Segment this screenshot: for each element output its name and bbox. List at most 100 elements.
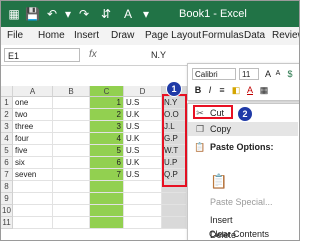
row-header-7[interactable]: 7 <box>1 169 13 181</box>
tab-page-layout[interactable]: Page Layout <box>145 29 201 43</box>
tab-file[interactable]: File <box>7 29 23 43</box>
cell-d10[interactable] <box>124 205 162 217</box>
italic-icon[interactable]: I <box>204 84 216 96</box>
row-header-4[interactable]: 4 <box>1 133 13 145</box>
column-header-c[interactable]: C <box>90 86 124 97</box>
cell-c8[interactable] <box>90 181 124 193</box>
cell-a11[interactable] <box>13 217 53 229</box>
customize-toolbar-icon[interactable]: ▾ <box>141 6 151 22</box>
cell-d1[interactable]: U.S <box>124 97 162 109</box>
cell-d5[interactable]: U.S <box>124 145 162 157</box>
cell-c5[interactable]: 5 <box>90 145 124 157</box>
menu-item-copy[interactable]: ❐ Copy <box>188 122 298 136</box>
fill-color-icon[interactable]: ◧ <box>230 84 242 96</box>
cell-c7[interactable]: 7 <box>90 169 124 181</box>
cell-b1[interactable] <box>53 97 90 109</box>
font-size-box[interactable]: 11 <box>239 68 259 80</box>
cell-b3[interactable] <box>53 121 90 133</box>
step-badge-2: 2 <box>237 106 253 122</box>
tab-formulas[interactable]: Formulas <box>202 29 244 43</box>
column-header-d[interactable]: D <box>124 86 162 97</box>
menu-item-insert[interactable]: Insert <box>188 213 298 227</box>
tab-home[interactable]: Home <box>38 29 65 43</box>
tab-review[interactable]: Review <box>272 29 299 43</box>
cell-c1[interactable]: 1 <box>90 97 124 109</box>
paste-icon[interactable]: 📋 <box>210 172 227 190</box>
cell-b9[interactable] <box>53 193 90 205</box>
cell-e9[interactable] <box>162 193 187 205</box>
row-header-5[interactable]: 5 <box>1 145 13 157</box>
font-icon[interactable]: A <box>121 6 135 22</box>
cell-d11[interactable] <box>124 217 162 229</box>
cell-d3[interactable]: U.S <box>124 121 162 133</box>
currency-icon[interactable]: $ <box>284 68 296 80</box>
row-header-10[interactable]: 10 <box>1 205 13 217</box>
row-header-2[interactable]: 2 <box>1 109 13 121</box>
undo-dropdown-icon[interactable]: ▾ <box>63 6 73 22</box>
cell-a1[interactable]: one <box>13 97 53 109</box>
align-center-icon[interactable]: ≡ <box>216 84 228 96</box>
app-menu-icon[interactable]: ▦ <box>7 6 21 22</box>
title-bar: ▦ 💾 ↶ ▾ ↷ ⇵ A ▾ Book1 - Excel <box>1 1 299 27</box>
sort-icon[interactable]: ⇵ <box>99 6 113 22</box>
cell-b8[interactable] <box>53 181 90 193</box>
cell-e11[interactable] <box>162 217 187 229</box>
borders-icon[interactable]: ▦ <box>258 84 270 96</box>
cell-d8[interactable] <box>124 181 162 193</box>
cell-c2[interactable]: 2 <box>90 109 124 121</box>
cell-b5[interactable] <box>53 145 90 157</box>
cell-d9[interactable] <box>124 193 162 205</box>
cell-e10[interactable] <box>162 205 187 217</box>
bold-icon[interactable]: B <box>192 84 204 96</box>
cell-d2[interactable]: U.K <box>124 109 162 121</box>
column-header-a[interactable]: A <box>13 86 53 97</box>
cell-a10[interactable] <box>13 205 53 217</box>
decrease-font-icon[interactable]: A <box>272 68 284 80</box>
cut-highlight <box>193 105 233 119</box>
row-header-6[interactable]: 6 <box>1 157 13 169</box>
row-header-8[interactable]: 8 <box>1 181 13 193</box>
row-header-3[interactable]: 3 <box>1 121 13 133</box>
cell-b2[interactable] <box>53 109 90 121</box>
cell-a7[interactable]: seven <box>13 169 53 181</box>
cell-c11[interactable] <box>90 217 124 229</box>
cell-d7[interactable]: U.S <box>124 169 162 181</box>
row-header-11[interactable]: 11 <box>1 217 13 229</box>
menu-item-clear-contents[interactable]: Clear Contents <box>187 227 297 240</box>
cell-a3[interactable]: three <box>13 121 53 133</box>
fx-icon[interactable]: fx <box>89 48 97 62</box>
cell-a2[interactable]: two <box>13 109 53 121</box>
font-color-icon[interactable]: A <box>244 84 256 96</box>
cell-d4[interactable]: U.K <box>124 133 162 145</box>
cell-a5[interactable]: five <box>13 145 53 157</box>
select-all-corner[interactable] <box>1 86 13 97</box>
column-header-b[interactable]: B <box>53 86 90 97</box>
cell-c9[interactable] <box>90 193 124 205</box>
tab-insert[interactable]: Insert <box>74 29 99 43</box>
row-header-1[interactable]: 1 <box>1 97 13 109</box>
cell-a6[interactable]: six <box>13 157 53 169</box>
cell-d6[interactable]: U.K <box>124 157 162 169</box>
cell-b6[interactable] <box>53 157 90 169</box>
formula-value[interactable]: N.Y <box>151 48 166 62</box>
cell-c4[interactable]: 4 <box>90 133 124 145</box>
tab-data[interactable]: Data <box>244 29 265 43</box>
save-icon[interactable]: 💾 <box>25 6 40 22</box>
cell-c3[interactable]: 3 <box>90 121 124 133</box>
cell-a9[interactable] <box>13 193 53 205</box>
menu-item-paste-special[interactable]: Paste Special... <box>188 195 298 209</box>
font-name-box[interactable]: Calibri <box>192 68 236 80</box>
tab-draw[interactable]: Draw <box>111 29 134 43</box>
cell-b10[interactable] <box>53 205 90 217</box>
cell-a4[interactable]: four <box>13 133 53 145</box>
cell-b11[interactable] <box>53 217 90 229</box>
undo-icon[interactable]: ↶ <box>45 6 59 22</box>
cell-a8[interactable] <box>13 181 53 193</box>
cell-b7[interactable] <box>53 169 90 181</box>
cell-b4[interactable] <box>53 133 90 145</box>
redo-icon[interactable]: ↷ <box>77 6 91 22</box>
cell-c10[interactable] <box>90 205 124 217</box>
row-header-9[interactable]: 9 <box>1 193 13 205</box>
name-box[interactable]: E1 <box>4 48 80 62</box>
cell-c6[interactable]: 6 <box>90 157 124 169</box>
